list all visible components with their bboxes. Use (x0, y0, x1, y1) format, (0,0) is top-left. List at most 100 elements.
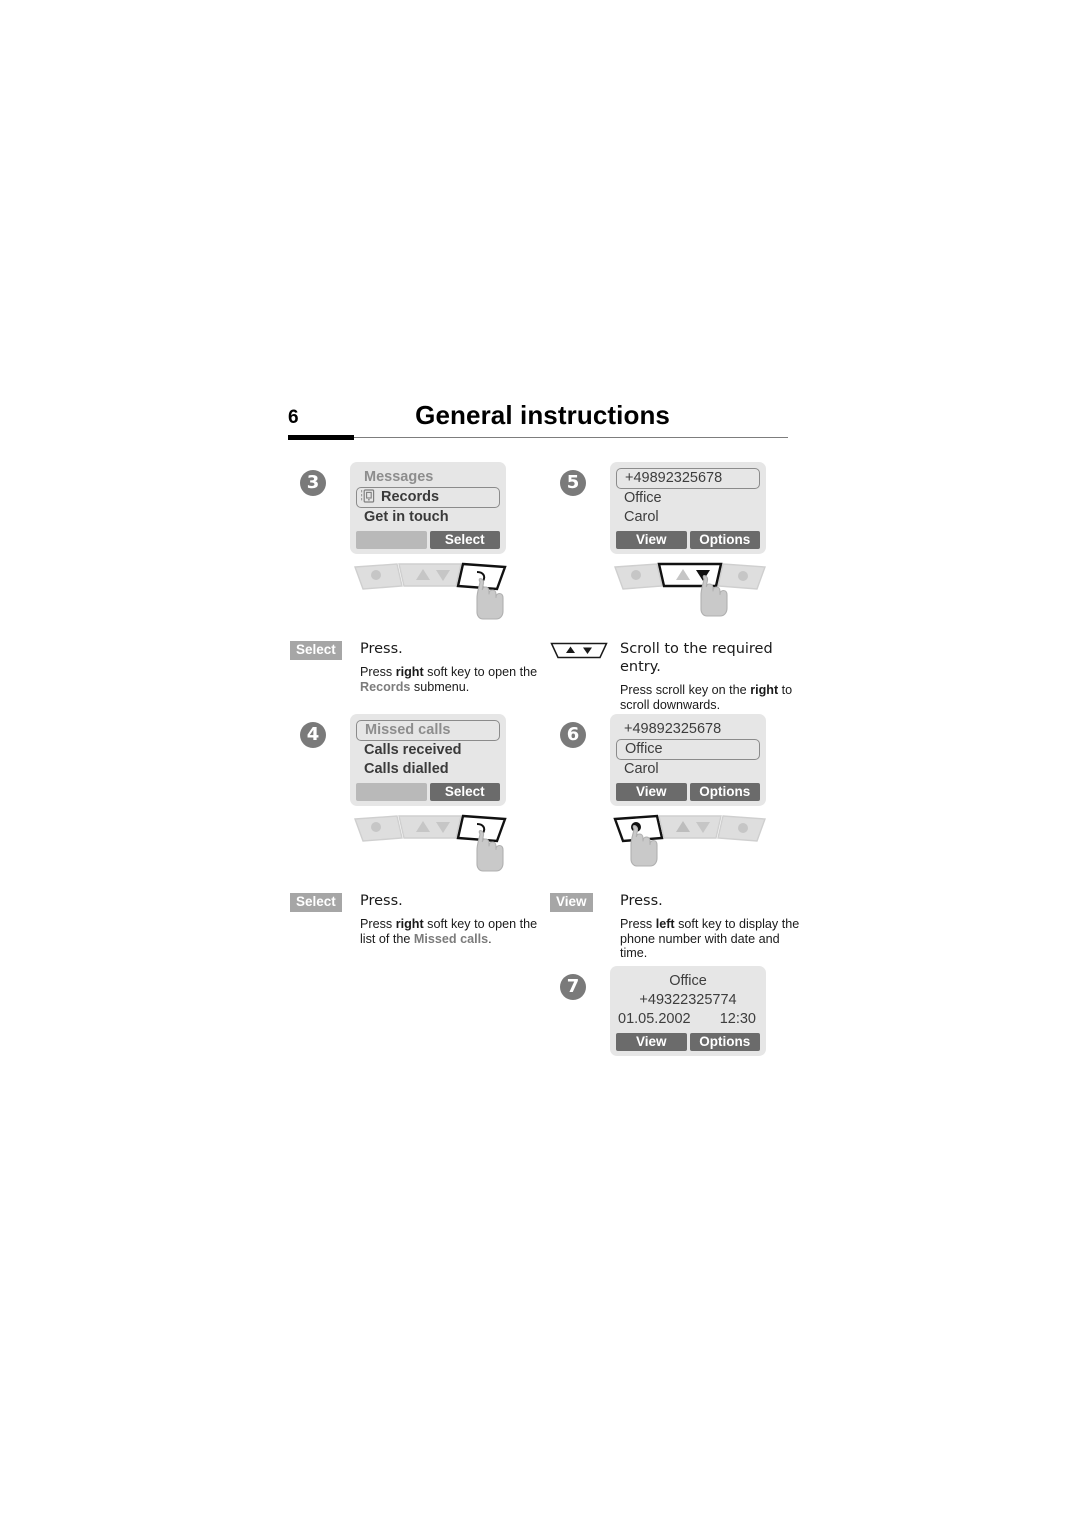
screen-row[interactable]: Office (616, 739, 760, 760)
screen-row[interactable]: Office (616, 489, 760, 508)
softkey-right[interactable]: Select (429, 531, 500, 549)
phone-screen: +49892325678 Office Carol View Options (610, 462, 766, 554)
instruction-step: 5 +49892325678 Office Carol View Options Scrol… (548, 462, 806, 714)
screen-row[interactable]: Calls received (356, 741, 500, 760)
softkey-right[interactable]: Select (429, 783, 500, 801)
step-caption: Scroll to the required entry. Press scrol… (548, 640, 806, 712)
step-number-badge: 5 (560, 470, 586, 496)
scroll-key-icon (550, 642, 608, 664)
phone-illustration: +49892325678 Office Carol View Options (610, 714, 766, 888)
softkey-label: View (635, 784, 667, 799)
caption-text-part: left (655, 917, 675, 931)
caption-text-part: submenu. (410, 679, 470, 694)
instruction-step: 6 +49892325678 Office Carol View Options View P… (548, 714, 806, 966)
softkey-label: Select (444, 532, 485, 547)
phone-screen: Office +49322325774 01.05.2002 12:30 View Opt… (610, 966, 766, 1056)
screen-row-label: Office (624, 490, 662, 506)
caption-text-part: right (395, 917, 424, 931)
screen-row-label: Office (625, 741, 663, 757)
screen-row[interactable]: Carol (616, 760, 760, 779)
caption-lead: Press. (620, 893, 663, 909)
screen-row-label: Calls received (364, 742, 462, 758)
softkey-bar: Select (356, 783, 500, 801)
page-title: General instructions (415, 400, 670, 430)
step-number-badge: 7 (560, 974, 586, 1000)
softkey-right[interactable]: Options (689, 1033, 760, 1051)
instruction-step: 4 Missed calls Calls received Calls dialled… (288, 714, 546, 966)
softkey-right[interactable]: Options (689, 783, 760, 801)
keypad-illustration (612, 560, 768, 636)
screen-row-label: +49322325774 (639, 992, 737, 1008)
screen-row-label: Messages (364, 469, 434, 485)
caption-text-part: Records (360, 679, 411, 694)
screen-row-label: Missed calls (365, 722, 451, 738)
screen-row[interactable]: Office (616, 972, 760, 991)
keypad-illustration (352, 560, 508, 636)
screen-row[interactable]: Get in touch (356, 508, 500, 527)
softkey-left[interactable] (356, 531, 427, 549)
caption-text-part: Press (360, 917, 396, 931)
caption-softkey-badge: Select (290, 641, 342, 660)
caption-lead: Press. (360, 641, 403, 657)
caption-description: Press scroll key on the right to scroll … (620, 683, 806, 712)
screen-row[interactable]: Messages (356, 468, 500, 487)
caption-text-part: right (750, 683, 779, 697)
softkey-label: Options (699, 1034, 751, 1049)
keypad-illustration (612, 812, 768, 888)
softkey-label: View (635, 532, 667, 547)
screen-row[interactable]: Carol (616, 508, 760, 527)
screen-row[interactable]: +49892325678 (616, 720, 760, 739)
screen-row[interactable]: +49322325774 (616, 991, 760, 1010)
phone-illustration: +49892325678 Office Carol View Options (610, 462, 766, 636)
phone-screen: Missed calls Calls received Calls dialled S… (350, 714, 506, 806)
phone-illustration: Missed calls Calls received Calls dialled S… (350, 714, 508, 888)
softkey-left[interactable]: View (616, 783, 687, 801)
step-caption: View Press. Press left soft key to display… (548, 892, 806, 961)
phone-screen: Messages Records Get in touch Select (350, 462, 506, 554)
page-header: 6 General instructions (288, 402, 788, 441)
screen-row[interactable]: 01.05.2002 12:30 (616, 1010, 760, 1029)
header-rule-thin (288, 437, 788, 439)
caption-softkey-badge: Select (290, 893, 342, 912)
caption-text-part: Press (620, 917, 656, 931)
caption-text-part: Press scroll key on the (620, 683, 751, 697)
phone-illustration: Messages Records Get in touch Select (350, 462, 508, 636)
softkey-left[interactable] (356, 783, 427, 801)
screen-row-label: Calls dialled (364, 761, 449, 777)
softkey-label: Options (699, 784, 751, 799)
screen-row[interactable]: +49892325678 (616, 468, 760, 489)
caption-text-part: Press (360, 665, 396, 679)
caption-description: Press right soft key to open the Records… (360, 665, 546, 694)
instruction-step: 3 Messages Records Get in touch Select Select… (288, 462, 546, 714)
caption-text-part: right (395, 665, 424, 679)
softkey-right[interactable]: Options (689, 531, 760, 549)
screen-row-label: +49892325678 (624, 721, 722, 737)
step-number-badge: 3 (300, 470, 326, 496)
screen-row-label: Get in touch (364, 509, 449, 525)
caption-text-part: . (488, 931, 492, 946)
screen-row-time: 12:30 (719, 1011, 756, 1027)
step-number-badge: 6 (560, 722, 586, 748)
caption-description: Press right soft key to open the list of… (360, 917, 546, 946)
softkey-bar: View Options (616, 1033, 760, 1051)
screen-row[interactable]: Records (356, 487, 500, 508)
page-number: 6 (288, 407, 299, 428)
screen-row-date: 01.05.2002 (618, 1011, 691, 1027)
keypad-illustration (352, 812, 508, 888)
header-rule (288, 435, 788, 441)
instruction-step: 7 Office +49322325774 01.05.2002 12:30 View Op… (548, 966, 806, 1086)
step-caption: Select Press. Press right soft key to open… (288, 640, 546, 694)
softkey-left[interactable]: View (616, 1033, 687, 1051)
caption-softkey-badge: View (550, 893, 593, 912)
screen-row-label: Records (381, 489, 440, 505)
softkey-label: Select (444, 784, 485, 799)
step-caption: Select Press. Press right soft key to open… (288, 892, 546, 946)
screen-row[interactable]: Missed calls (356, 720, 500, 741)
caption-lead: Scroll to the required entry. (620, 641, 773, 675)
softkey-left[interactable]: View (616, 531, 687, 549)
screen-row[interactable]: Calls dialled (356, 760, 500, 779)
caption-lead: Press. (360, 893, 403, 909)
caption-description: Press left soft key to display the phone… (620, 917, 806, 961)
step-number-badge: 4 (300, 722, 326, 748)
softkey-bar: View Options (616, 783, 760, 801)
